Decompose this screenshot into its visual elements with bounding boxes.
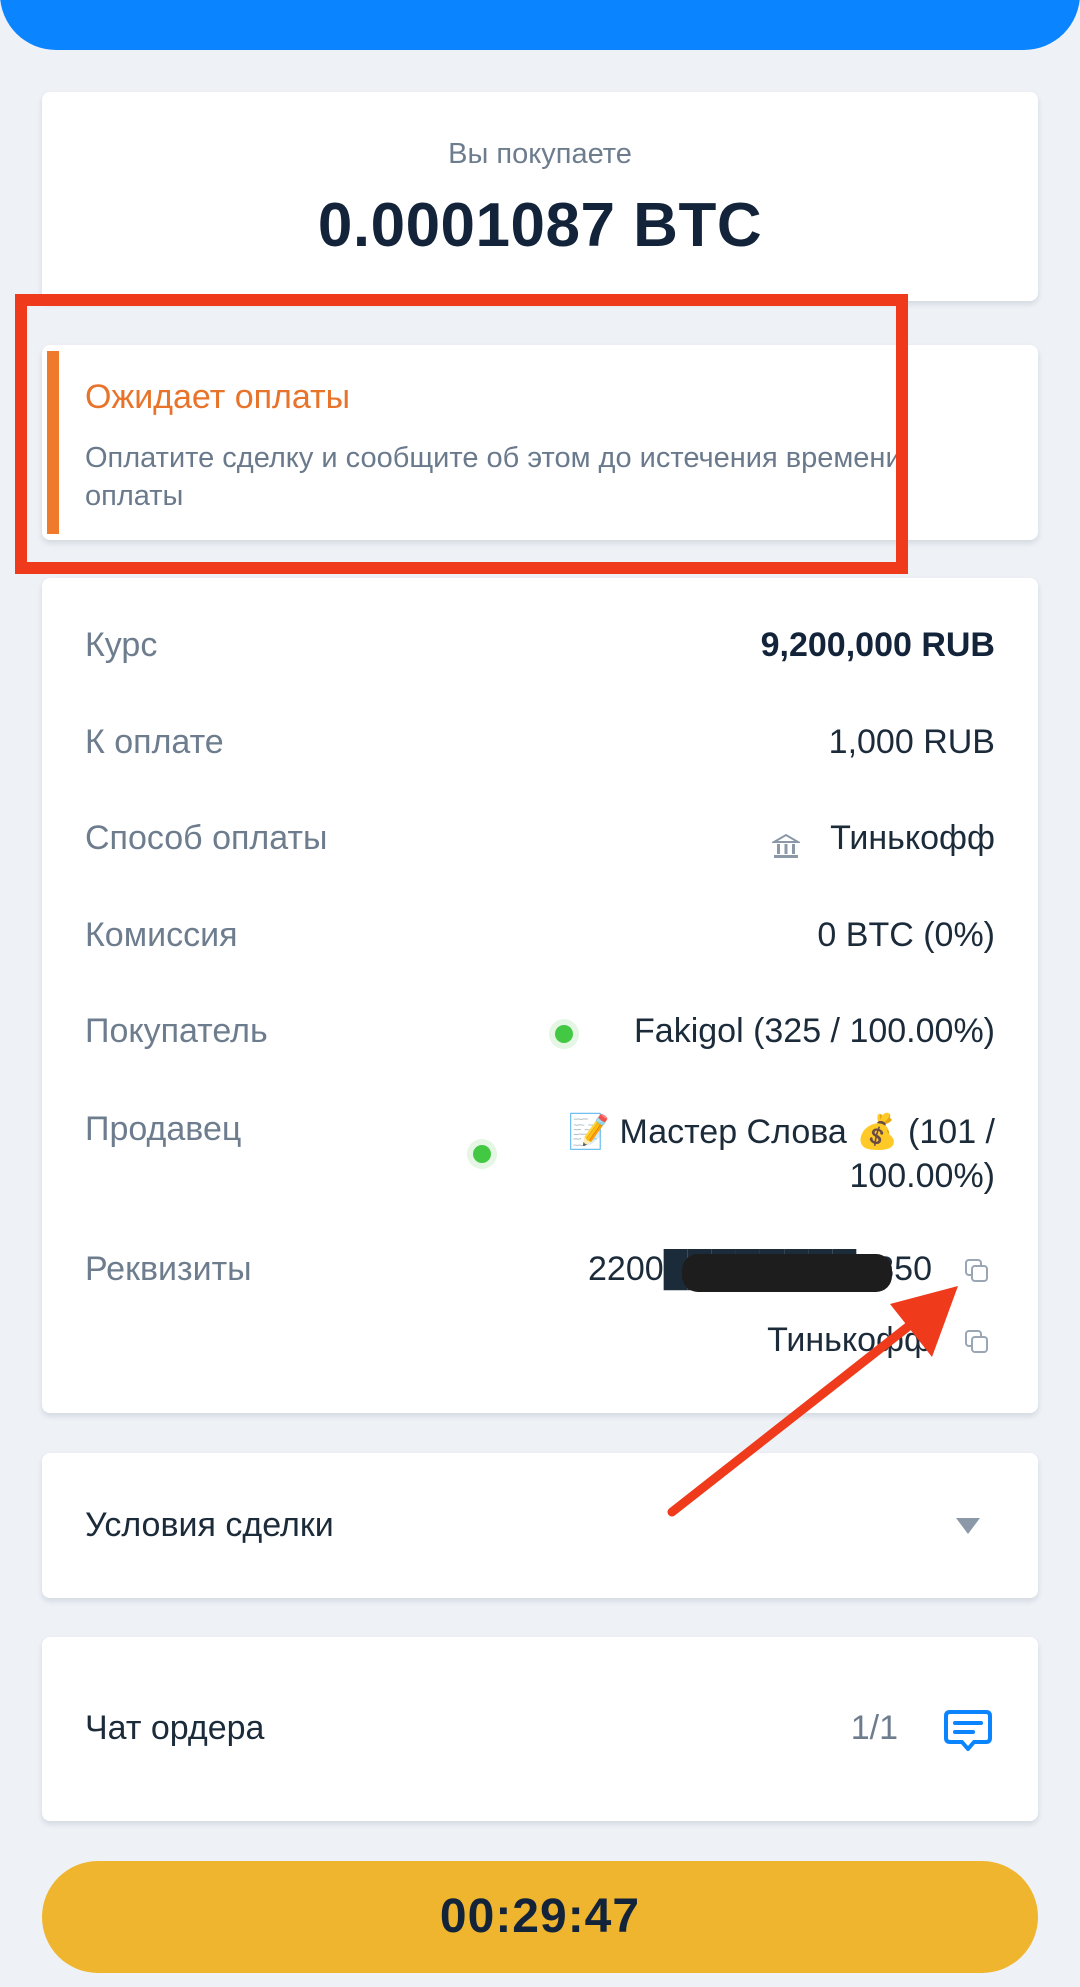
order-chat-row[interactable]: Чат ордера 1/1 — [42, 1637, 1038, 1821]
buy-amount: 0.0001087 BTC — [317, 191, 763, 260]
seller-label: Продавец — [85, 1110, 242, 1148]
to-pay-value: 1,000 RUB — [828, 723, 995, 761]
rate-label: Курс — [85, 626, 158, 664]
rate-value: 9,200,000 RUB — [760, 626, 995, 664]
to-pay-label: К оплате — [85, 723, 224, 761]
payment-timer-button[interactable]: 00:29:47 — [42, 1861, 1038, 1973]
bank-icon — [772, 833, 800, 858]
chat-message-count: 1/1 — [850, 1709, 898, 1747]
top-header-bar — [0, 0, 1080, 50]
payment-method-label: Способ оплаты — [85, 819, 328, 857]
seller-value[interactable]: 📝 Мастер Слова 💰 (101 / 100.00%) — [475, 1110, 995, 1198]
copy-bank-icon[interactable] — [964, 1329, 990, 1355]
chat-icon[interactable] — [942, 1704, 994, 1756]
chat-label: Чат ордера — [85, 1709, 265, 1747]
order-details-card: Курс 9,200,000 RUB К оплате 1,000 RUB Сп… — [42, 578, 1038, 1413]
deal-terms-toggle[interactable]: Условия сделки — [42, 1453, 1038, 1598]
copy-icon[interactable] — [964, 1258, 990, 1284]
requisites-label: Реквизиты — [85, 1250, 252, 1288]
fee-value: 0 BTC (0%) — [817, 916, 995, 954]
buyer-label: Покупатель — [85, 1012, 268, 1050]
buyer-online-indicator — [555, 1025, 573, 1043]
fee-label: Комиссия — [85, 916, 238, 954]
chevron-down-icon — [956, 1518, 980, 1534]
deal-terms-label: Условия сделки — [85, 1506, 334, 1544]
annotation-highlight-box — [15, 294, 908, 574]
requisites-bank: Тинькофф — [767, 1321, 932, 1359]
purchase-summary-card: Вы покупаете 0.0001087 BTC — [42, 92, 1038, 301]
buyer-value[interactable]: Fakigol (325 / 100.00%) — [634, 1012, 995, 1051]
payment-method-value: Тинькофф — [830, 819, 995, 857]
redaction-mark — [682, 1254, 892, 1292]
buy-label: Вы покупаете — [448, 138, 632, 170]
